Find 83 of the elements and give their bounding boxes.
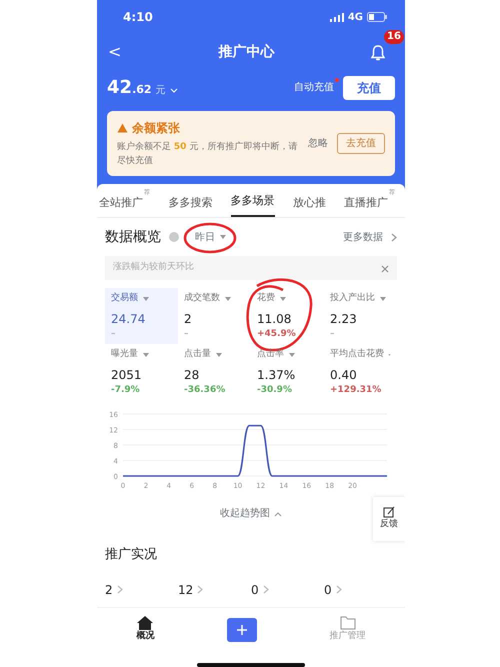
alert-message: 账户余额不足 50 元，所有推广即将中断，请尽快充值	[117, 141, 298, 168]
caret-icon	[279, 294, 287, 303]
more-data-link[interactable]: 更多数据	[343, 230, 397, 244]
alert-title: 余额紧张	[132, 120, 180, 137]
caret-icon	[219, 233, 227, 241]
notification-badge: 16	[384, 30, 404, 44]
stat-value-link[interactable]: 0	[324, 580, 342, 598]
stat-value-link[interactable]: 12	[178, 580, 204, 598]
section-title: 推广实况	[105, 546, 158, 564]
chevron-icon	[262, 585, 269, 594]
page-title: 推广中心	[218, 42, 275, 62]
feedback-button[interactable]: 反馈	[373, 497, 405, 541]
metric-value: 24.74	[111, 310, 146, 328]
metric-label: 交易额	[111, 292, 138, 305]
section-title: 数据概览	[105, 228, 161, 246]
hint-text: 涨跌幅为较前天环比	[113, 261, 194, 274]
add-button[interactable]	[226, 618, 257, 642]
metric-label: 点击量	[184, 348, 211, 361]
metric-tile[interactable]: 点击率 1.37% -30.9%	[251, 344, 324, 400]
caret-icon	[379, 294, 387, 303]
metric-label: 花费	[257, 292, 275, 305]
edit-icon	[383, 506, 395, 518]
chevron-icon	[116, 585, 123, 594]
metric-value: 28	[184, 366, 200, 384]
stat-value-link[interactable]: 2	[105, 580, 123, 598]
metric-tile[interactable]: 交易额 24.74 –	[105, 288, 178, 344]
caret-icon	[288, 350, 296, 359]
metric-tile[interactable]: 投入产出比 2.23 –	[324, 288, 397, 344]
caret-icon	[142, 294, 150, 303]
bell-icon[interactable]	[371, 44, 385, 61]
metric-change: -30.9%	[257, 384, 293, 396]
metric-change: +129.31%	[330, 384, 382, 396]
balance-amount: 42.62	[107, 76, 152, 100]
signal-icon	[330, 12, 344, 22]
chevron-icon	[336, 585, 342, 594]
metric-value: 2	[184, 310, 193, 328]
battery-icon	[367, 12, 387, 22]
home-icon	[137, 616, 154, 630]
chevron-icon	[197, 585, 204, 594]
metric-tile[interactable]: 花费 11.08 +45.9%	[251, 288, 324, 344]
caret-icon	[224, 294, 232, 303]
unit-dropdown[interactable]: 元	[156, 83, 178, 98]
metric-value: 2051	[111, 366, 143, 384]
plus-icon	[236, 625, 247, 635]
ignore-link[interactable]: 忽略	[307, 135, 329, 152]
metric-label: 点击率	[257, 348, 284, 361]
metric-change: –	[111, 328, 116, 340]
metric-value: 11.08	[257, 310, 292, 328]
metric-change: -36.36%	[184, 384, 226, 396]
metric-change: +45.9%	[257, 328, 297, 340]
caret-icon	[215, 350, 223, 359]
caret-icon	[142, 350, 150, 359]
chevron-down-icon	[170, 88, 178, 94]
metric-change: -7.9%	[111, 384, 141, 396]
folder-icon	[340, 616, 356, 630]
tab[interactable]: 放心推	[292, 188, 326, 217]
metric-tile[interactable]: 平均点击花费 0.40 +129.31%	[324, 344, 397, 400]
tab[interactable]: 多多搜索	[168, 188, 212, 217]
metric-label: 平均点击花费	[330, 348, 384, 361]
metric-change: –	[184, 328, 190, 340]
metric-value: 1.37%	[257, 366, 296, 384]
status-time: 4:10	[123, 9, 153, 26]
metric-value: 2.23	[330, 310, 358, 328]
stat-value-link[interactable]: 0	[251, 580, 269, 598]
collapse-chart-link[interactable]: 收起趋势图	[220, 506, 282, 522]
network-label: 4G	[348, 10, 363, 24]
auto-recharge-link[interactable]: 自动充值	[293, 79, 335, 96]
metric-tile[interactable]: 成交笔数 2 –	[178, 288, 251, 344]
metric-change: –	[330, 328, 336, 340]
chevron-up-icon	[274, 510, 282, 517]
bottom-tab[interactable]: 概况	[130, 615, 160, 645]
metric-label: 投入产出比	[330, 292, 375, 305]
metric-tile[interactable]: 曝光量 2051 -7.9%	[105, 344, 178, 400]
back-button[interactable]: <	[107, 39, 122, 65]
metric-label: 成交笔数	[184, 292, 220, 305]
info-icon	[169, 232, 179, 242]
tab[interactable]: 多多场景	[230, 186, 274, 217]
recharge-button[interactable]: 充值	[343, 76, 395, 100]
metric-label: 曝光量	[111, 348, 138, 361]
chevron-icon	[391, 232, 397, 242]
metric-tile[interactable]: 点击量 28 -36.36%	[178, 344, 251, 400]
metric-value: 0.40	[330, 366, 358, 384]
warning-icon	[117, 123, 128, 133]
